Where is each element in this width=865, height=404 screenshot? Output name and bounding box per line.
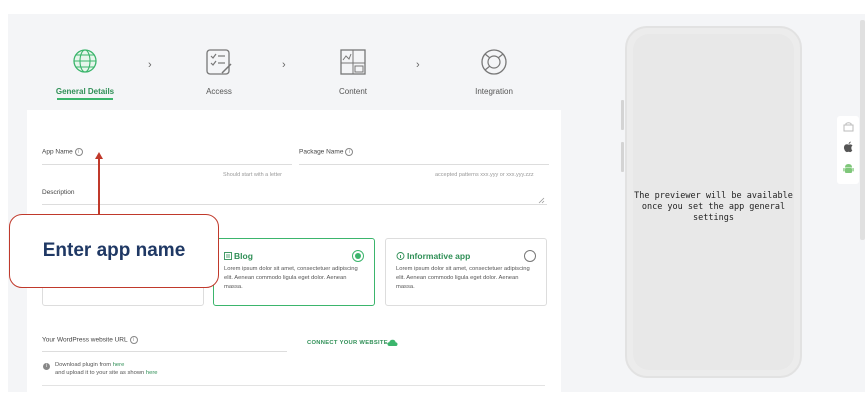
download-instructions: Download plugin from here and upload it … xyxy=(55,361,158,377)
package-name-label-text: Package Name xyxy=(299,148,344,156)
app-name-label: App Name i xyxy=(42,148,83,156)
step-access[interactable]: Access xyxy=(174,48,264,96)
integration-ring-icon xyxy=(481,49,507,75)
app-type-title-text: Informative app xyxy=(407,251,471,261)
package-name-label: Package Name i xyxy=(299,148,354,156)
download-info-icon: i xyxy=(43,363,50,370)
document-icon xyxy=(224,252,232,260)
checklist-icon xyxy=(206,49,232,75)
scrollbar[interactable] xyxy=(860,20,865,240)
active-step-underline xyxy=(57,98,113,100)
info-icon[interactable]: i xyxy=(345,148,354,156)
app-type-radio[interactable] xyxy=(524,250,536,262)
app-type-radio-selected[interactable] xyxy=(352,250,364,262)
app-type-title-text: Blog xyxy=(234,251,253,261)
content-layout-icon xyxy=(340,49,366,75)
description-input[interactable] xyxy=(42,204,547,205)
app-name-input[interactable] xyxy=(42,164,292,165)
store-icon[interactable] xyxy=(843,122,854,132)
android-icon[interactable] xyxy=(843,163,854,174)
callout-pointer-line xyxy=(98,158,100,216)
wordpress-url-label-text: Your WordPress website URL xyxy=(42,336,128,344)
download-prefix-text: Download plugin from xyxy=(55,362,112,368)
callout-text: Enter app name xyxy=(42,240,186,261)
info-app-icon xyxy=(396,252,405,260)
app-name-hint: Should start with a letter xyxy=(223,172,283,178)
wordpress-url-label: Your WordPress website URL i xyxy=(42,336,138,344)
step-separator-1: › xyxy=(148,59,152,71)
app-name-label-text: App Name xyxy=(42,148,73,156)
description-label: Description xyxy=(42,189,75,196)
step-content[interactable]: Content xyxy=(308,48,398,96)
wordpress-url-input[interactable] xyxy=(42,351,287,352)
preview-message: The previewer will be available once you… xyxy=(634,191,793,223)
phone-side-button xyxy=(621,142,624,172)
app-type-description: Lorem ipsum dolor sit amet, consectetuer… xyxy=(396,266,530,290)
bottom-field-border xyxy=(42,385,545,386)
cloud-icon[interactable] xyxy=(387,339,398,347)
package-name-input[interactable] xyxy=(299,164,549,165)
step-label: Access xyxy=(206,87,232,96)
step-integration[interactable]: Integration xyxy=(449,48,539,96)
app-type-card-informative[interactable]: Informative app Lorem ipsum dolor sit am… xyxy=(385,238,547,306)
top-strip xyxy=(0,0,865,14)
callout-box: Enter app name xyxy=(9,214,219,288)
connect-website-button[interactable]: CONNECT YOUR WEBSITE xyxy=(307,340,388,346)
step-separator-2: › xyxy=(282,59,286,71)
apple-icon[interactable] xyxy=(843,141,854,153)
resize-handle-icon[interactable] xyxy=(538,197,545,204)
step-label: Integration xyxy=(475,87,513,96)
step-label: General Details xyxy=(55,87,115,96)
info-icon[interactable]: i xyxy=(74,148,83,156)
upload-prefix-text: and upload it to your site as shown xyxy=(55,370,145,376)
app-type-card-blog[interactable]: Blog Lorem ipsum dolor sit amet, consect… xyxy=(213,238,375,306)
step-separator-3: › xyxy=(416,59,420,71)
app-type-description: Lorem ipsum dolor sit amet, consectetuer… xyxy=(224,266,358,290)
app-type-title: Informative app xyxy=(396,251,470,261)
callout-arrow-icon xyxy=(95,152,103,159)
bottom-strip xyxy=(0,392,865,404)
package-name-hint: accepted patterns xxx.yyy or xxx.yyy.zzz xyxy=(435,172,534,178)
info-icon[interactable]: i xyxy=(129,336,138,344)
globe-icon xyxy=(73,49,97,73)
step-label: Content xyxy=(338,87,368,96)
upload-guide-link[interactable]: here xyxy=(146,370,158,376)
step-general-details[interactable]: General Details xyxy=(40,48,130,100)
download-plugin-link[interactable]: here xyxy=(113,362,125,368)
app-type-title: Blog xyxy=(224,251,253,261)
phone-volume-button xyxy=(621,100,624,130)
